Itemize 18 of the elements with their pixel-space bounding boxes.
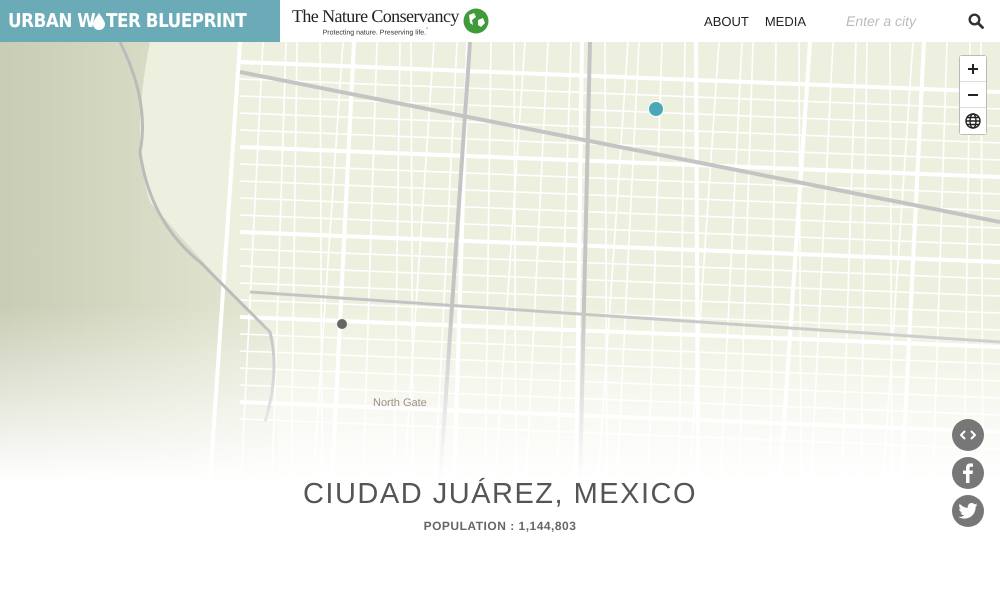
minus-icon <box>968 94 978 96</box>
logo-text: URBAN W <box>8 10 96 32</box>
search-icon[interactable] <box>968 13 984 29</box>
partner-name[interactable]: The Nature Conservancy <box>292 6 459 27</box>
logo-text: TER BLUEPRINT <box>106 10 247 32</box>
population-text: POPULATION : 1,144,803 <box>424 519 576 533</box>
twitter-button[interactable] <box>952 495 984 527</box>
nav-link[interactable]: ABOUT <box>704 14 749 28</box>
place-label: North Gate <box>373 397 427 409</box>
zoom-in-button[interactable] <box>960 56 986 82</box>
facebook-icon <box>963 463 973 483</box>
bird-icon <box>958 503 978 519</box>
nav-link[interactable]: MEDIA <box>764 14 806 28</box>
globe-icon <box>462 8 489 34</box>
code-icon <box>960 430 976 440</box>
city-title: CIUDAD JUÁREZ, MEXICO <box>302 478 698 511</box>
plus-icon <box>968 64 978 74</box>
globe-icon <box>965 113 981 129</box>
